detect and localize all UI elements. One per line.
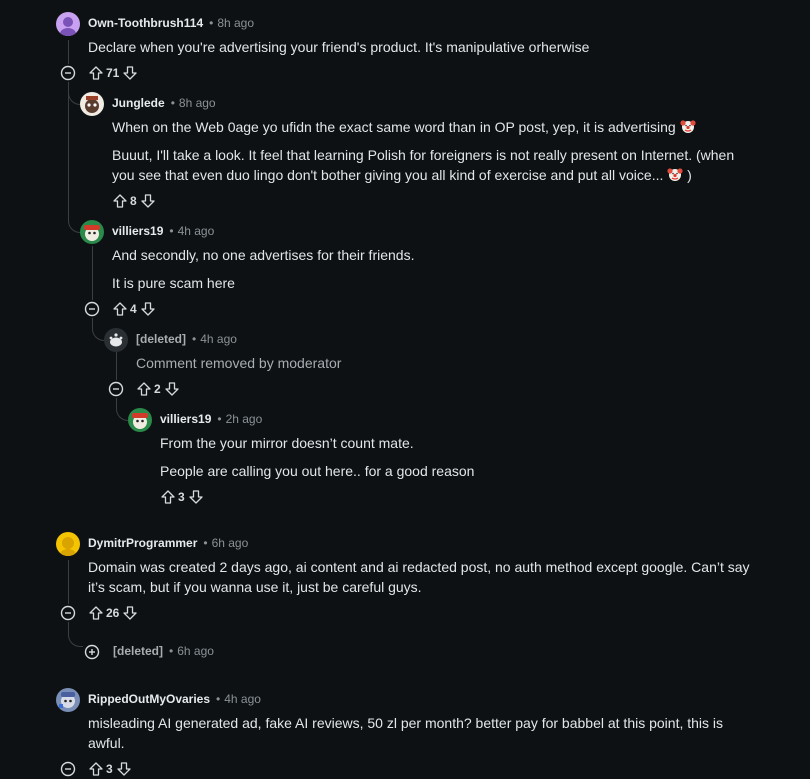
avatar[interactable]: [56, 688, 80, 712]
vote-count: 4: [130, 302, 137, 316]
comment-meta: Own-Toothbrush114 • 8h ago: [88, 16, 255, 30]
comment-time[interactable]: 8h ago: [179, 96, 216, 110]
vote-count: 8: [130, 194, 137, 208]
avatar[interactable]: [80, 220, 104, 244]
thread-line-root1: [68, 40, 69, 64]
comment-body: Declare when you're advertising your fri…: [88, 39, 590, 55]
comment-author: [deleted]: [136, 332, 187, 346]
upvote-icon[interactable]: [88, 761, 104, 777]
vote-bar: 4: [112, 299, 156, 319]
comment-time[interactable]: 4h ago: [200, 332, 237, 346]
avatar[interactable]: [80, 92, 104, 116]
comment-author[interactable]: villiers19: [112, 224, 163, 238]
vote-count: 26: [106, 606, 120, 620]
thread-connector: [92, 318, 105, 341]
downvote-icon[interactable]: [122, 605, 138, 621]
thread-line-villiers: [92, 246, 93, 300]
vote-bar: 71: [88, 63, 138, 83]
upvote-icon[interactable]: [136, 381, 152, 397]
downvote-icon[interactable]: [188, 489, 204, 505]
upvote-icon[interactable]: [112, 193, 128, 209]
thread-connector: [116, 398, 129, 421]
comment-author: [deleted]: [113, 644, 164, 658]
comment-meta: Junglede • 8h ago: [112, 96, 216, 110]
upvote-icon[interactable]: [88, 65, 104, 81]
thread-line-deleted: [116, 352, 117, 380]
comment-author[interactable]: RippedOutMyOvaries: [88, 692, 210, 706]
avatar[interactable]: [56, 12, 80, 36]
upvote-icon[interactable]: [112, 301, 128, 317]
comment-meta: villiers19 • 4h ago: [112, 224, 215, 238]
comment-body: When on the Web 0age yo ufidn the exact …: [112, 118, 735, 183]
expand-icon[interactable]: [83, 643, 101, 661]
comment-body: Domain was created 2 days ago, ai conten…: [88, 559, 750, 595]
vote-bar: 3: [88, 759, 132, 779]
comment-body: And secondly, no one advertises for thei…: [112, 247, 415, 291]
vote-count: 3: [106, 762, 113, 776]
avatar[interactable]: [104, 328, 128, 352]
downvote-icon[interactable]: [122, 65, 138, 81]
comment-meta: villiers19 • 2h ago: [160, 412, 263, 426]
clown-face-emoji: [667, 166, 683, 182]
collapse-icon[interactable]: [107, 380, 125, 398]
avatar[interactable]: [56, 532, 80, 556]
comment-body: Comment removed by moderator: [136, 355, 342, 371]
downvote-icon[interactable]: [164, 381, 180, 397]
comment-time[interactable]: 4h ago: [224, 692, 261, 706]
vote-bar: 8: [112, 191, 156, 211]
collapse-icon[interactable]: [59, 604, 77, 622]
vote-bar: 26: [88, 603, 138, 623]
comment-body: From the your mirror doesn’t count mate.…: [160, 435, 475, 479]
comment-author[interactable]: villiers19: [160, 412, 211, 426]
thread-connector: [68, 212, 81, 233]
vote-count: 71: [106, 66, 120, 80]
vote-count: 2: [154, 382, 161, 396]
upvote-icon[interactable]: [160, 489, 176, 505]
comment-author[interactable]: DymitrProgrammer: [88, 536, 197, 550]
comment-author[interactable]: Junglede: [112, 96, 165, 110]
vote-bar: 3: [160, 487, 204, 507]
vote-bar: 2: [136, 379, 180, 399]
comment-meta: RippedOutMyOvaries • 4h ago: [88, 692, 261, 706]
thread-line-root1-children: [68, 82, 69, 222]
downvote-icon[interactable]: [116, 761, 132, 777]
comment-meta: [deleted] • 6h ago: [113, 644, 214, 658]
clown-face-emoji: [679, 118, 696, 134]
collapse-icon[interactable]: [59, 64, 77, 82]
thread-line-root2: [68, 560, 69, 604]
vote-count: 3: [178, 490, 185, 504]
comment-time[interactable]: 6h ago: [212, 536, 249, 550]
comment-time[interactable]: 8h ago: [217, 16, 254, 30]
comment-time[interactable]: 6h ago: [177, 644, 214, 658]
comment-time[interactable]: 2h ago: [226, 412, 263, 426]
downvote-icon[interactable]: [140, 301, 156, 317]
collapse-icon[interactable]: [59, 760, 77, 778]
comment-author[interactable]: Own-Toothbrush114: [88, 16, 203, 30]
avatar[interactable]: [128, 408, 152, 432]
downvote-icon[interactable]: [140, 193, 156, 209]
collapse-icon[interactable]: [83, 300, 101, 318]
comment-meta: [deleted] • 4h ago: [136, 332, 237, 346]
upvote-icon[interactable]: [88, 605, 104, 621]
comment-body: misleading AI generated ad, fake AI revi…: [88, 715, 724, 751]
comment-time[interactable]: 4h ago: [178, 224, 215, 238]
comment-meta: DymitrProgrammer • 6h ago: [88, 536, 249, 550]
